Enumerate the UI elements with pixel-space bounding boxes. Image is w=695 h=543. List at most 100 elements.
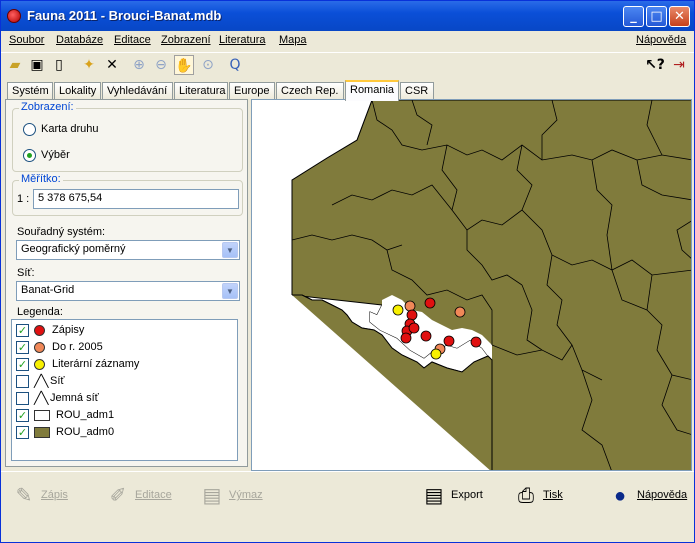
new-document-icon[interactable]: ▯ (49, 55, 69, 75)
edit-icon: ✐ (109, 485, 127, 507)
record-point-old (454, 306, 466, 318)
legend-checkbox[interactable]: ✓ (16, 324, 29, 337)
menu-mapa[interactable]: Mapa (279, 34, 307, 46)
legend-checkbox[interactable]: ✓ (16, 341, 29, 354)
legend-label: Síť (50, 375, 65, 387)
query-icon[interactable]: Q (225, 55, 245, 75)
white-area-icon (34, 410, 50, 421)
legend-label: ROU_adm0 (56, 426, 115, 438)
radio-vyber[interactable] (23, 149, 36, 162)
red-dot-icon (34, 325, 45, 336)
meritko-group: Měřítko: 1 : 5 378 675,54 (12, 173, 243, 216)
map-canvas[interactable] (251, 99, 692, 471)
delete-document-icon: ▤ (202, 485, 222, 507)
legend-checkbox[interactable]: ✓ (16, 409, 29, 422)
pan-hand-icon[interactable]: ✋ (174, 55, 194, 75)
menu-soubor[interactable]: Soubor (9, 34, 44, 46)
grid-select[interactable]: Banat-Grid ▼ (16, 281, 240, 301)
zobrazeni-group: Zobrazení: Karta druhu Výběr (12, 101, 243, 172)
legend-label: Do r. 2005 (52, 341, 103, 353)
orange-dot-icon (34, 342, 45, 353)
radio-karta-druhu-label[interactable]: Karta druhu (41, 123, 98, 135)
tab-literatura[interactable]: Literatura (174, 82, 228, 100)
scale-prefix: 1 : (17, 193, 30, 205)
tab-lokality[interactable]: Lokality (54, 82, 101, 100)
line-icon: ╱╲ (34, 374, 49, 388)
tab-romania[interactable]: Romania (345, 80, 399, 101)
zapis-label: Zápis (41, 489, 68, 501)
record-point (420, 330, 432, 342)
zoom-out-icon[interactable]: ⊖ (151, 55, 171, 75)
record-point-literature (392, 304, 404, 316)
tab-europe[interactable]: Europe (229, 82, 275, 100)
tab-czech-rep[interactable]: Czech Rep. (276, 82, 344, 100)
export-document-icon: ▤ (424, 485, 444, 507)
legend-checkbox[interactable] (16, 392, 29, 405)
printer-icon: ⎙ (518, 485, 534, 507)
grid-value: Banat-Grid (21, 284, 75, 296)
record-point (470, 336, 482, 348)
zoom-extent-icon[interactable]: ⊙ (198, 55, 218, 75)
radio-karta-druhu[interactable] (23, 123, 36, 136)
meritko-title: Měřítko: (19, 173, 63, 185)
delete-icon[interactable]: ✕ (102, 55, 122, 75)
legend-label: Literární záznamy (52, 358, 140, 370)
context-help-icon[interactable]: ↖? (645, 55, 665, 75)
souradny-label: Souřadný systém: (17, 226, 106, 238)
sit-label: Síť: (17, 267, 35, 279)
coordinate-system-select[interactable]: Geografický poměrný ▼ (16, 240, 240, 260)
menu-editace[interactable]: Editace (114, 34, 151, 46)
chevron-down-icon[interactable]: ▼ (222, 283, 238, 299)
export-label: Export (451, 489, 483, 501)
beetle-help-icon: ● (613, 485, 627, 507)
legend-label: Jemná síť (50, 392, 99, 404)
record-point-old (404, 300, 416, 312)
tisk-label: Tisk (543, 489, 563, 501)
radio-vyber-label[interactable]: Výběr (41, 149, 70, 161)
new-folder-icon[interactable]: ✦ (79, 55, 99, 75)
zobrazeni-title: Zobrazení: (19, 101, 76, 113)
record-point (406, 309, 418, 321)
record-point (424, 297, 436, 309)
menu-zobrazeni[interactable]: Zobrazení (161, 34, 211, 46)
pencil-icon: ✎ (15, 485, 33, 507)
menu-napoveda[interactable]: Nápověda (636, 34, 686, 46)
window-title: Fauna 2011 - Brouci-Banat.mdb (27, 8, 222, 23)
scale-input[interactable]: 5 378 675,54 (33, 189, 239, 209)
record-point (408, 322, 420, 334)
legend-checkbox[interactable]: ✓ (16, 426, 29, 439)
olive-area-icon (34, 427, 50, 438)
title-bar[interactable]: Fauna 2011 - Brouci-Banat.mdb _ □ ✕ (1, 1, 694, 31)
legenda-label: Legenda: (17, 306, 63, 318)
legend-checkbox[interactable] (16, 375, 29, 388)
editace-label: Editace (135, 489, 172, 501)
record-point-literature (430, 348, 442, 360)
minimize-button[interactable]: _ (623, 6, 644, 27)
legend-label: Zápisy (52, 324, 85, 336)
close-button[interactable]: ✕ (669, 6, 690, 27)
app-window: Fauna 2011 - Brouci-Banat.mdb _ □ ✕ Soub… (0, 0, 695, 543)
menu-bar: Soubor Databáze Editace Zobrazení Litera… (1, 31, 694, 51)
open-folder-icon[interactable]: ▰ (5, 55, 25, 75)
chevron-down-icon[interactable]: ▼ (222, 242, 238, 258)
zoom-in-icon[interactable]: ⊕ (129, 55, 149, 75)
map-svg (252, 100, 691, 470)
tab-vyhledavani[interactable]: Vyhledávání (102, 82, 173, 100)
tab-csr[interactable]: CSR (400, 82, 434, 100)
maximize-button[interactable]: □ (646, 6, 667, 27)
vymaz-label: Výmaz (229, 489, 263, 501)
yellow-dot-icon (34, 359, 45, 370)
napoveda-label: Nápověda (637, 489, 688, 501)
menu-databaze[interactable]: Databáze (56, 34, 103, 46)
save-icon[interactable]: ▣ (27, 55, 47, 75)
exit-icon[interactable]: ⇥ (669, 55, 689, 75)
line-icon: ╱╲ (34, 391, 49, 405)
legend-list: ✓ Zápisy ✓ Do r. 2005 ✓ Literární záznam… (11, 319, 238, 461)
toolbar: ▰ ▣ ▯ ✦ ✕ ⊕ ⊖ ✋ ⊙ Q ↖? ⇥ (1, 52, 694, 76)
record-point (443, 335, 455, 347)
tab-system[interactable]: Systém (7, 82, 53, 100)
ladybug-app-icon (7, 9, 21, 23)
menu-literatura[interactable]: Literatura (219, 34, 265, 46)
legend-label: ROU_adm1 (56, 409, 115, 421)
legend-checkbox[interactable]: ✓ (16, 358, 29, 371)
